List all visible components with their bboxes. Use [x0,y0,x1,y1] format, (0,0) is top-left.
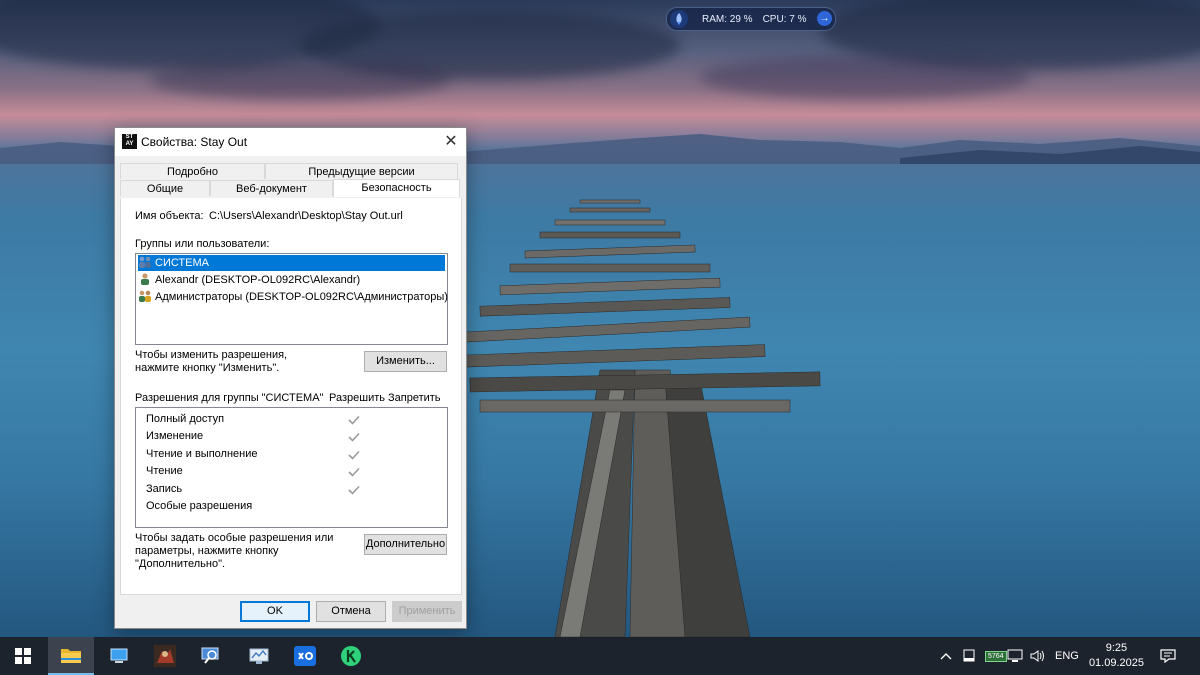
volume-icon[interactable] [1030,637,1046,675]
ram-usage: RAM: 29 % [702,13,753,25]
tab-strip: Подробно Предыдущие версии Общие Веб-док… [120,163,460,198]
object-name-label: Имя объекта: [135,210,204,222]
tablet-icon[interactable] [963,637,975,675]
file-explorer-icon[interactable] [48,637,94,675]
permissions-list[interactable]: Полный доступ Изменение Чтение и выполне… [135,407,448,528]
properties-dialog: ST AY Свойства: Stay Out ✕ Подробно Преды… [114,127,467,629]
tab-security[interactable]: Безопасность [333,179,460,197]
show-hidden-icons[interactable] [940,637,952,675]
group-name: СИСТЕМА [155,257,209,269]
cancel-button[interactable]: Отмена [316,601,386,622]
list-item[interactable]: Alexandr (DESKTOP-OL092RC\Alexandr) [138,272,360,288]
checkmark-icon [348,485,360,495]
this-pc-icon[interactable] [96,637,142,675]
dialog-title: Свойства: Stay Out [141,135,248,149]
change-hint-line2: нажмите кнопку "Изменить". [135,362,280,374]
notifications-icon[interactable] [1160,637,1176,675]
tray-badge-text: 5764 [985,650,1007,662]
checkmark-icon [348,415,360,425]
list-item[interactable]: СИСТЕМА [138,255,445,271]
ok-button[interactable]: OK [240,601,310,622]
groups-label: Группы или пользователи: [135,238,270,250]
permission-name: Полный доступ [146,413,225,425]
group-icon [139,256,151,268]
network-tool-icon[interactable] [236,637,282,675]
cpu-usage: CPU: 7 % [762,13,807,25]
taskbar: 5764 ENG 9:25 01.09.2025 [0,637,1200,675]
advanced-hint-line1: Чтобы задать особые разрешения или [135,532,334,544]
advanced-hint-line3: "Дополнительно". [135,558,226,570]
tab-general[interactable]: Общие [120,180,210,196]
allow-column-header: Разрешить [329,392,385,404]
permission-name: Изменение [146,430,204,442]
security-panel: Имя объекта: C:\Users\Alexandr\Desktop\S… [120,198,462,595]
permission-name: Чтение и выполнение [146,448,258,460]
permission-name: Чтение [146,465,183,477]
game-icon[interactable] [142,637,188,675]
list-item[interactable]: Администраторы (DESKTOP-OL092RC\Админист… [138,289,448,305]
checkmark-icon [348,432,360,442]
permission-name: Особые разрешения [146,500,253,512]
checkmark-icon [348,467,360,477]
checkmark-icon [348,450,360,460]
deny-column-header: Запретить [388,392,441,404]
admins-group-icon [139,290,151,302]
search-tool-icon[interactable] [188,637,234,675]
advanced-hint-line2: параметры, нажмите кнопку [135,545,279,557]
groups-listbox[interactable]: СИСТЕМА Alexandr (DESKTOP-OL092RC\Alexan… [135,253,448,345]
apply-button[interactable]: Применить [392,601,462,622]
clock[interactable]: 9:25 01.09.2025 [1089,641,1144,671]
tab-details[interactable]: Подробно [120,163,265,179]
group-name: Alexandr (DESKTOP-OL092RC\Alexandr) [155,274,361,286]
arrow-right-icon[interactable]: → [817,11,832,26]
tab-web-document[interactable]: Веб-документ [210,180,333,196]
dialog-titlebar[interactable]: ST AY Свойства: Stay Out ✕ [115,128,466,156]
network-icon[interactable] [1007,637,1023,675]
rocket-icon [670,10,688,28]
pier-image [460,199,821,637]
change-hint-line1: Чтобы изменить разрешения, [135,349,288,361]
start-icon[interactable] [0,637,46,675]
xbox-app-icon[interactable] [282,637,328,675]
resource-monitor-widget[interactable]: RAM: 29 % CPU: 7 % → [666,7,836,31]
change-button[interactable]: Изменить... [364,351,447,372]
advanced-button[interactable]: Дополнительно [364,534,447,555]
tab-previous-versions[interactable]: Предыдущие версии [265,163,458,179]
tray-gpu-badge[interactable]: 5764 [985,637,1007,675]
close-icon[interactable]: ✕ [436,128,466,156]
permission-name: Запись [146,483,183,495]
permissions-header: Разрешения для группы "СИСТЕМА" [135,392,324,404]
stay-out-app-icon: ST AY [122,134,137,149]
user-icon [141,273,149,285]
clock-time: 9:25 [1105,642,1128,654]
object-name-value: C:\Users\Alexandr\Desktop\Stay Out.url [209,210,403,222]
clock-date: 01.09.2025 [1088,657,1144,669]
group-name: Администраторы (DESKTOP-OL092RC\Админист… [155,291,448,303]
language-indicator[interactable]: ENG [1055,637,1079,675]
kaspersky-icon[interactable] [328,637,374,675]
